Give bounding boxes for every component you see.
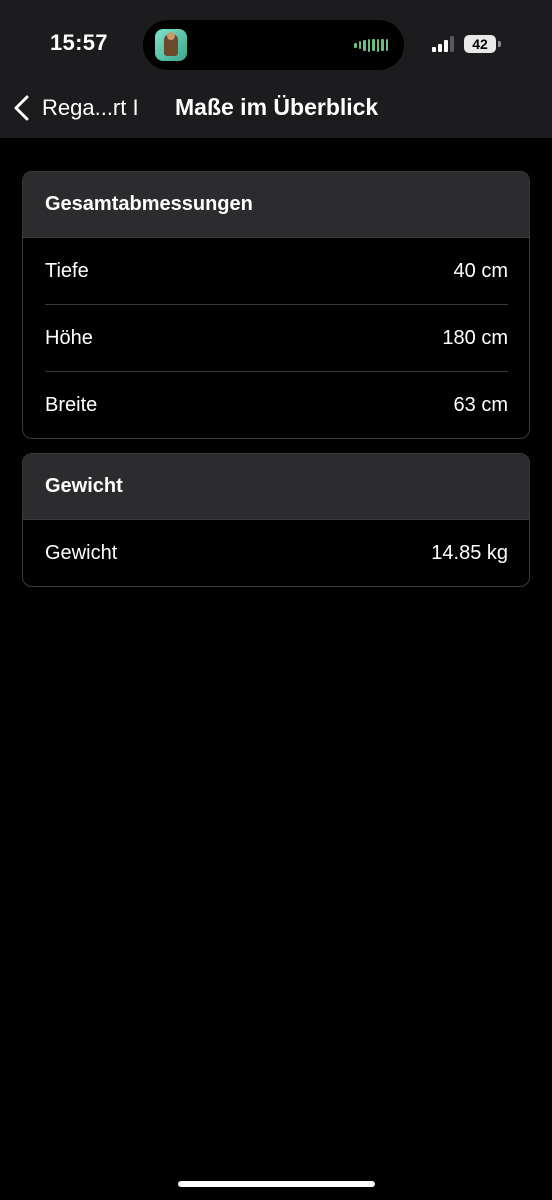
- header: 15:57 42 Rega...rt I Maße im Überblick: [0, 0, 552, 138]
- screen: 15:57 42 Rega...rt I Maße im Überblick G…: [0, 0, 552, 1200]
- cellular-signal-icon: [432, 36, 454, 52]
- status-time: 15:57: [50, 30, 108, 55]
- battery-icon: 42: [464, 35, 496, 53]
- home-indicator[interactable]: [178, 1181, 375, 1187]
- row-value: 63 cm: [453, 393, 508, 416]
- row-value: 14.85 kg: [431, 541, 508, 564]
- list-item: Gewicht 14.85 kg: [45, 520, 508, 586]
- row-label: Breite: [45, 393, 98, 416]
- dimensions-card: Gesamtabmessungen Tiefe 40 cm Höhe 180 c…: [22, 171, 530, 439]
- list-item: Breite 63 cm: [45, 371, 508, 438]
- row-label: Gewicht: [45, 541, 118, 564]
- dynamic-island[interactable]: [143, 20, 404, 70]
- section-title: Gesamtabmessungen: [23, 172, 529, 238]
- section-title: Gewicht: [23, 454, 529, 520]
- page-title: Maße im Überblick: [175, 94, 379, 120]
- row-label: Tiefe: [45, 259, 89, 282]
- row-label: Höhe: [45, 326, 93, 349]
- weight-card: Gewicht Gewicht 14.85 kg: [22, 453, 530, 587]
- row-value: 40 cm: [453, 259, 508, 282]
- app-icon[interactable]: [155, 29, 187, 61]
- list-item: Tiefe 40 cm: [45, 238, 508, 304]
- list-item: Höhe 180 cm: [45, 304, 508, 371]
- back-button[interactable]: Rega...rt I: [42, 95, 139, 121]
- audio-wave-icon: [354, 37, 388, 53]
- battery-cap: [498, 41, 501, 47]
- chevron-left-icon[interactable]: [12, 94, 32, 122]
- row-value: 180 cm: [442, 326, 508, 349]
